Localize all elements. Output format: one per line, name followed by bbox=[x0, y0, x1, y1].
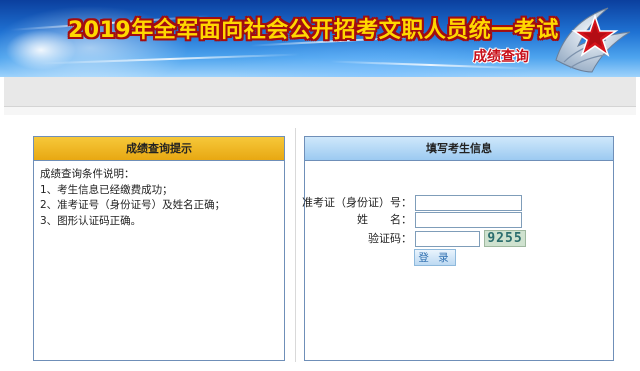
form-panel-heading: 填写考生信息 bbox=[305, 137, 613, 161]
panel-divider bbox=[295, 128, 296, 362]
header-banner: 2019年全军面向社会公开招考文职人员统一考试 成绩查询 bbox=[0, 0, 640, 77]
banner-subtitle: 成绩查询 bbox=[473, 49, 529, 65]
form-panel: 填写考生信息 bbox=[304, 136, 614, 361]
notice-panel: 成绩查询提示 成绩查询条件说明： 1、考生信息已经缴费成功； 2、准考证号（身份… bbox=[33, 136, 285, 361]
id-row: 准考证（身份证）号： bbox=[300, 194, 412, 212]
name-label: 姓 名： bbox=[357, 213, 412, 226]
captcha-input[interactable] bbox=[415, 231, 480, 247]
notice-line: 2、准考证号（身份证号）及姓名正确； bbox=[40, 199, 226, 211]
captcha-image[interactable]: 9255 bbox=[484, 230, 526, 247]
name-input[interactable] bbox=[415, 212, 522, 228]
name-row: 姓 名： bbox=[300, 211, 412, 229]
page-gap bbox=[4, 107, 636, 115]
notice-list: 成绩查询条件说明： 1、考生信息已经缴费成功； 2、准考证号（身份证号）及姓名正… bbox=[34, 161, 284, 229]
login-button[interactable]: 登 录 bbox=[414, 249, 456, 266]
nav-bar bbox=[4, 77, 636, 107]
id-number-input[interactable] bbox=[415, 195, 522, 211]
notice-line: 1、考生信息已经缴费成功； bbox=[40, 183, 173, 196]
captcha-label: 验证码： bbox=[368, 232, 412, 245]
army-emblem-icon bbox=[555, 7, 631, 73]
notice-panel-heading: 成绩查询提示 bbox=[34, 137, 284, 161]
id-label: 准考证（身份证）号： bbox=[302, 196, 412, 209]
captcha-row: 验证码： bbox=[300, 230, 412, 248]
notice-line: 3、图形认证码正确。 bbox=[40, 214, 142, 227]
notice-line: 成绩查询条件说明： bbox=[40, 168, 135, 180]
banner-title: 2019年全军面向社会公开招考文职人员统一考试 bbox=[68, 18, 559, 43]
